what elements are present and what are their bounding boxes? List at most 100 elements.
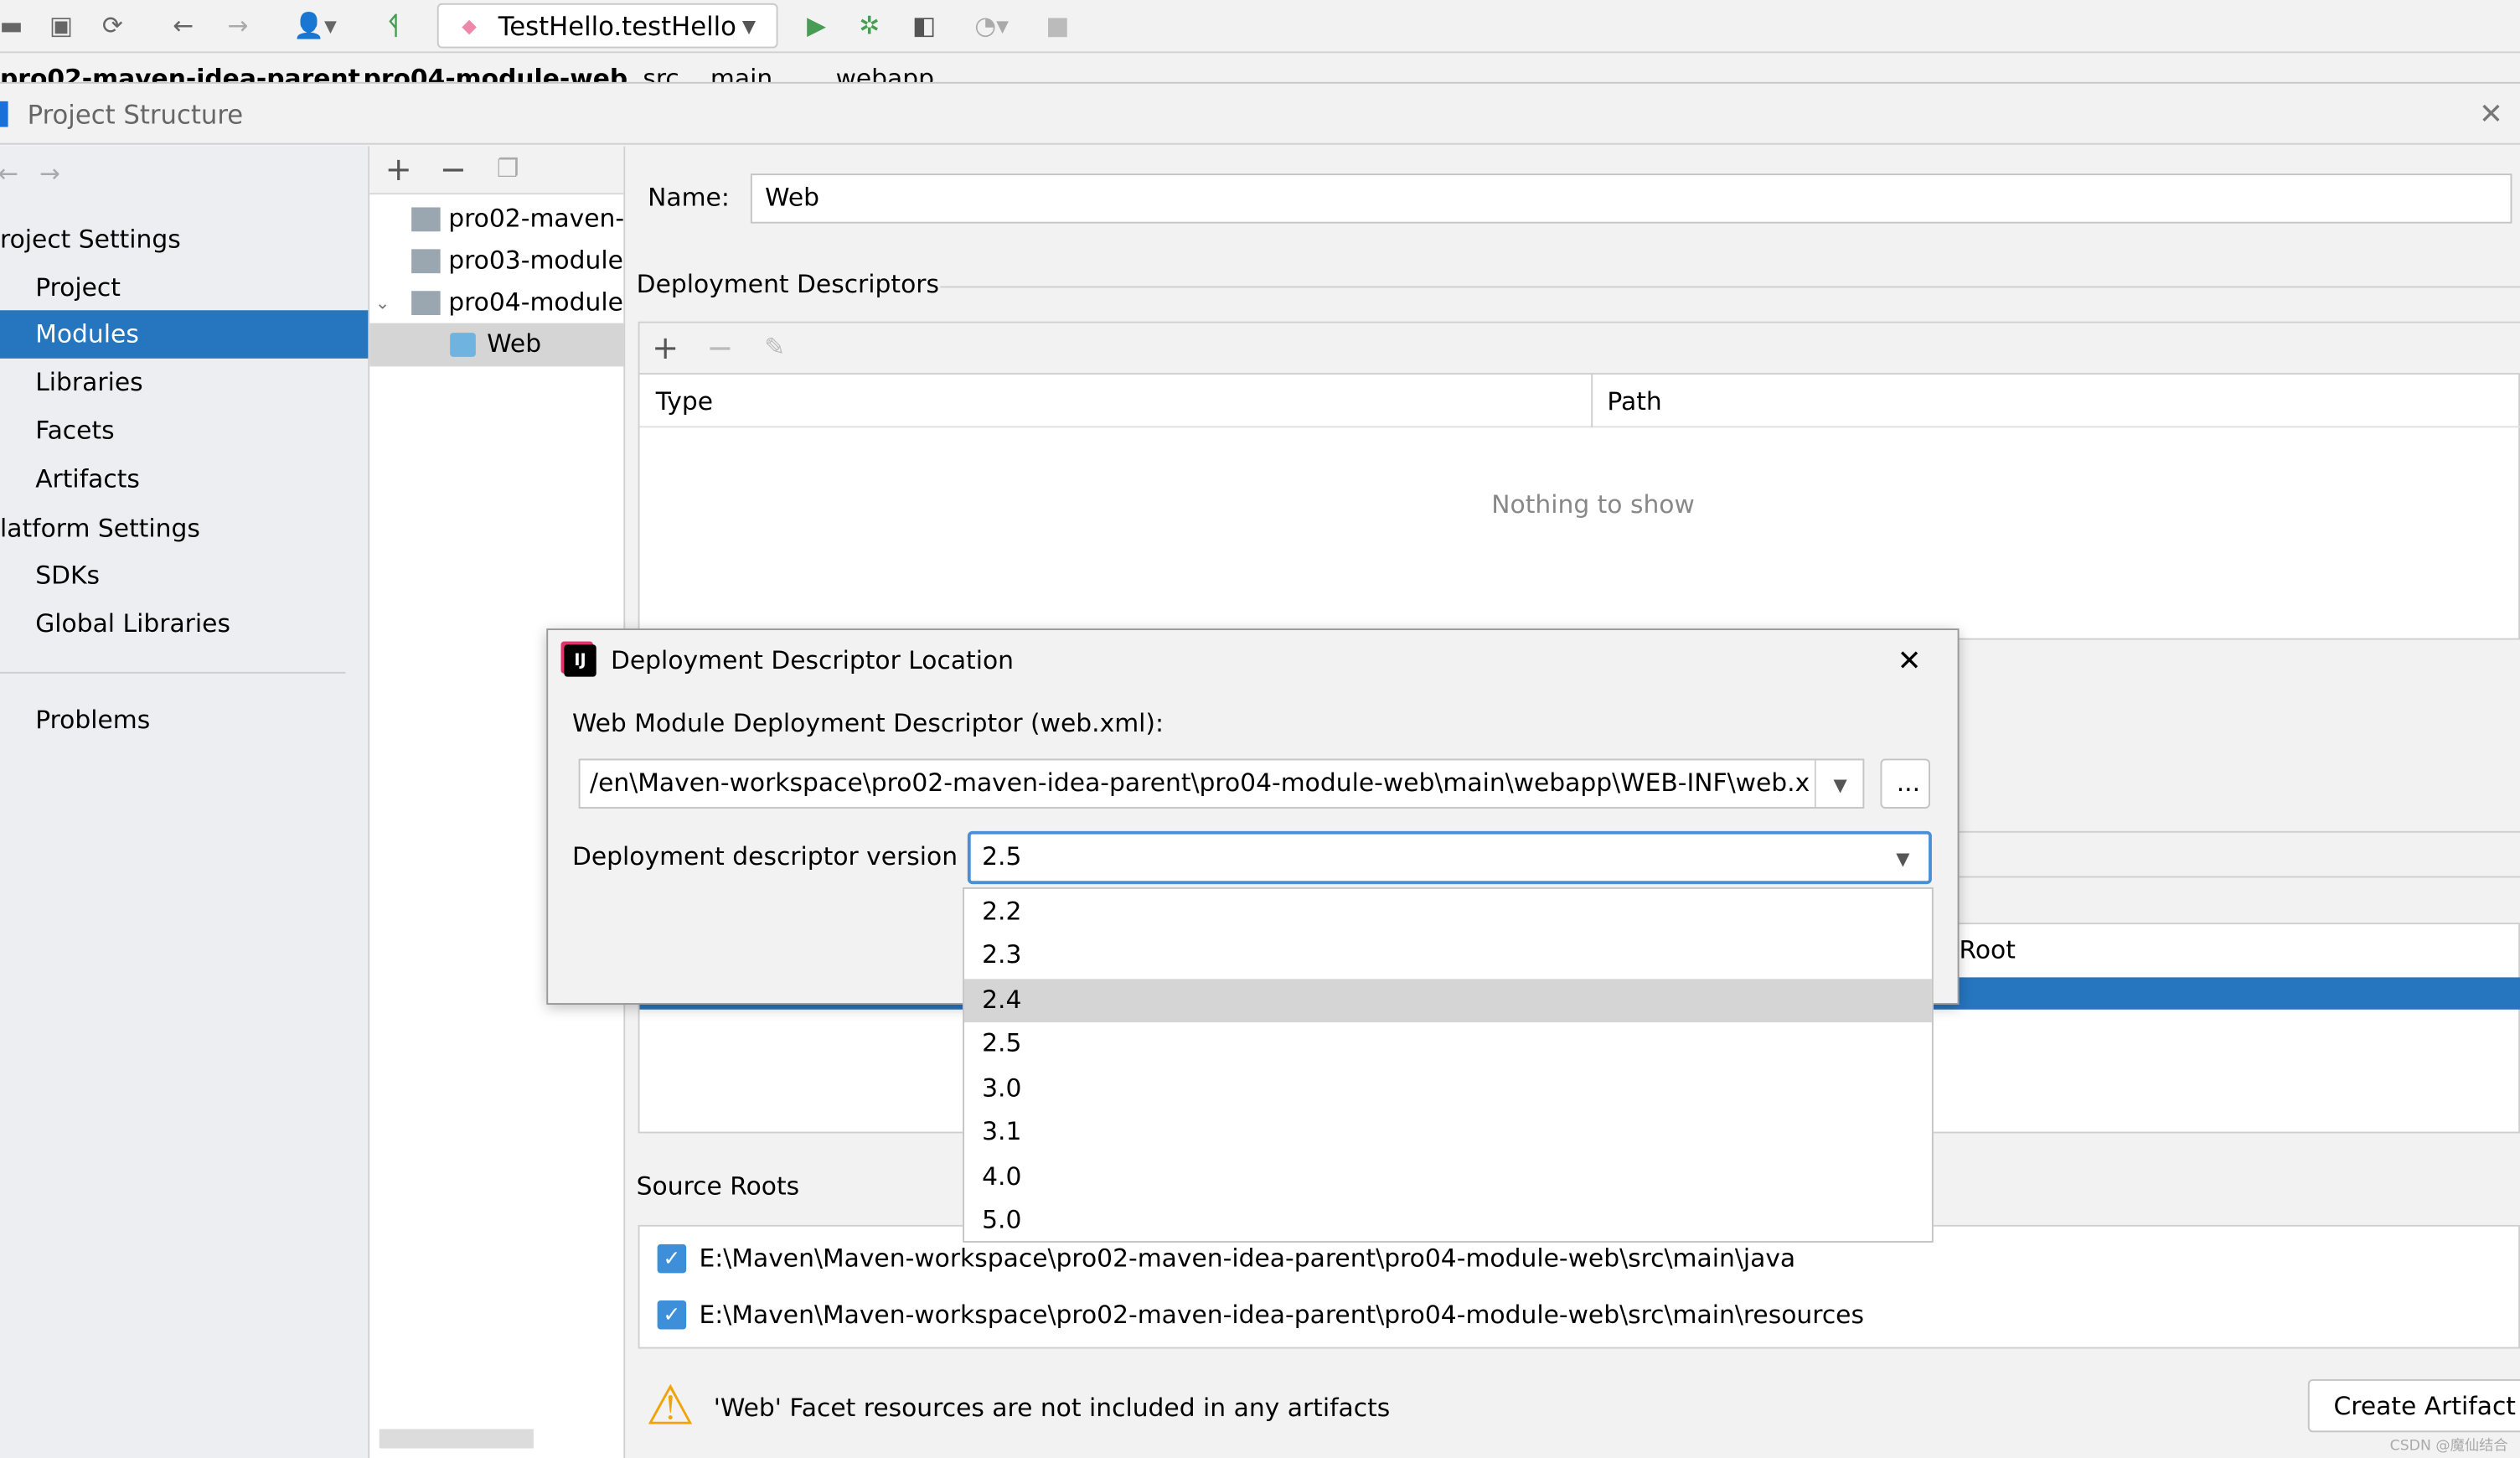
version-option[interactable]: 4.0 [964,1156,1932,1199]
breadcrumb-item[interactable]: pro02-maven-idea-parent [0,65,360,82]
dialog-titlebar: Project Structure ✕ [0,85,2520,145]
source-roots-list: ✓ E:\Maven\Maven-workspace\pro02-maven-i… [638,1224,2520,1349]
dialog-title: Project Structure [27,99,244,131]
breadcrumb-item[interactable]: main [710,65,772,82]
source-root-path: E:\Maven\Maven-workspace\pro02-maven-ide… [699,1300,1864,1330]
coverage-icon[interactable]: ◧ [908,10,940,42]
stop-icon[interactable]: ■ [1041,10,1073,42]
add-icon[interactable]: + [383,149,415,188]
tree-item[interactable]: pro03-module [369,241,623,283]
sidebar-item-modules[interactable]: Modules [0,310,369,359]
save-icon[interactable]: ▣ [45,10,77,42]
sidebar-item-facets[interactable]: Facets [0,406,368,455]
sidebar-item-label: Facets [35,416,115,446]
profile-icon[interactable]: ◔▾ [959,10,1024,42]
back-icon[interactable]: ← [0,159,18,189]
divider [940,286,2520,288]
build-hammer-icon[interactable]: ᛩ [378,10,410,42]
sidebar-item-label: Project [35,273,121,302]
sync-icon[interactable]: ⟳ [96,10,128,42]
close-icon[interactable]: ✕ [2475,97,2507,131]
breadcrumb-item[interactable]: pro04-module-web [364,65,628,82]
sidebar-item-libraries[interactable]: Libraries [0,359,368,407]
option-label: 2.5 [982,1028,1022,1058]
chevron-down-icon: ▼ [1896,847,1910,869]
tree-item[interactable]: ⌄ pro04-module [369,283,623,325]
forward-icon[interactable]: → [222,10,254,42]
copy-icon[interactable]: ❐ [492,153,524,184]
intellij-logo-icon [0,101,8,127]
back-icon[interactable]: ← [168,10,199,42]
folder-icon [411,207,441,232]
debug-icon[interactable]: ✲ [854,10,886,42]
section-project-settings: roject Settings [0,225,181,255]
chevron-down-icon[interactable]: ⌄ [373,289,392,315]
divider [0,671,346,674]
source-root-path: E:\Maven\Maven-workspace\pro02-maven-ide… [699,1243,1796,1274]
intellij-logo-icon: IJ [564,644,596,677]
name-label: Name: [648,183,730,213]
run-icon[interactable]: ▶ [800,10,832,42]
option-label: 3.0 [982,1073,1022,1104]
checkbox-checked-icon[interactable]: ✓ [657,1300,687,1330]
ide-window: ▬ ▣ ⟳ ← → 👤▾ ᛩ ◆ TestHello.testHello ▼ ▶… [0,0,2520,1458]
breadcrumb-item[interactable]: src [643,65,679,82]
main-toolbar: ▬ ▣ ⟳ ← → 👤▾ ᛩ ◆ TestHello.testHello ▼ ▶… [0,0,2520,54]
column-root[interactable]: Root [1960,936,2016,965]
folder-icon [411,249,441,274]
sidebar-item-global-libraries[interactable]: Global Libraries [0,600,368,649]
run-config-label: TestHello.testHello [498,11,736,42]
browse-button[interactable]: ... [1880,758,1930,809]
tree-toolbar: + − ❐ [369,146,624,195]
sidebar-item-sdks[interactable]: SDKs [0,551,368,600]
descriptors-table: + − ✎ Type Path Nothing to show [638,321,2520,640]
column-type[interactable]: Type [656,387,713,416]
sidebar-item-project[interactable]: Project [0,266,368,314]
option-label: 2.3 [982,940,1022,969]
horizontal-scrollbar[interactable] [379,1429,534,1449]
source-root-row[interactable]: ✓ E:\Maven\Maven-workspace\pro02-maven-i… [640,1295,2520,1337]
version-option[interactable]: 3.1 [964,1111,1932,1155]
checkbox-checked-icon[interactable]: ✓ [657,1243,687,1274]
forward-icon[interactable]: → [32,159,67,189]
tree-item[interactable]: pro02-maven- [369,199,624,241]
chevron-down-icon[interactable]: ▼ [1821,770,1860,799]
remove-icon[interactable]: − [704,328,736,366]
sidebar: ← → roject Settings Project Modules Libr… [0,146,370,1458]
version-option[interactable]: 5.0 [964,1199,1932,1243]
version-option[interactable]: 2.3 [964,934,1932,978]
column-path[interactable]: Path [1607,387,1661,416]
watermark: CSDN @魔仙结合 [2389,1438,2508,1455]
version-value: 2.5 [982,842,1022,871]
source-root-row[interactable]: ✓ E:\Maven\Maven-workspace\pro02-maven-i… [640,1239,2520,1281]
version-option-highlighted[interactable]: 2.4 [964,979,1932,1023]
version-select[interactable]: 2.5 ▼ [967,830,1932,885]
section-platform-settings: latform Settings [0,514,200,544]
user-icon[interactable]: 👤▾ [286,10,343,42]
sidebar-item-artifacts[interactable]: Artifacts [0,455,368,504]
version-option[interactable]: 2.2 [964,891,1932,934]
remove-icon[interactable]: − [437,149,469,188]
run-config-select[interactable]: ◆ TestHello.testHello ▼ [436,3,778,49]
version-option[interactable]: 2.5 [964,1022,1932,1066]
sidebar-item-problems[interactable]: Problems [0,696,368,745]
open-icon[interactable]: ▬ [0,10,23,42]
name-input-value: Web [765,183,819,213]
option-label: 2.2 [982,897,1022,926]
name-input[interactable]: Web [750,173,2512,224]
sidebar-item-label: Problems [35,706,151,735]
deployment-descriptors-heading: Deployment Descriptors [636,270,940,299]
close-icon[interactable]: ✕ [1893,644,1925,677]
add-icon[interactable]: + [649,328,681,366]
breadcrumb-item[interactable]: webapp [836,65,934,82]
version-option[interactable]: 3.0 [964,1068,1932,1111]
edit-icon[interactable]: ✎ [758,331,790,363]
sidebar-item-label: Artifacts [35,464,140,494]
source-roots-heading: Source Roots [636,1171,800,1202]
descriptor-path-combo[interactable]: /en\Maven-workspace\pro02-maven-idea-par… [578,758,1865,809]
descriptor-label: Web Module Deployment Descriptor (web.xm… [571,709,1164,738]
option-label: 2.4 [982,985,1022,1015]
create-artifact-button[interactable]: Create Artifact [2307,1378,2520,1433]
warning-text: 'Web' Facet resources are not included i… [713,1393,1391,1423]
tree-item-web[interactable]: Web [369,323,624,367]
